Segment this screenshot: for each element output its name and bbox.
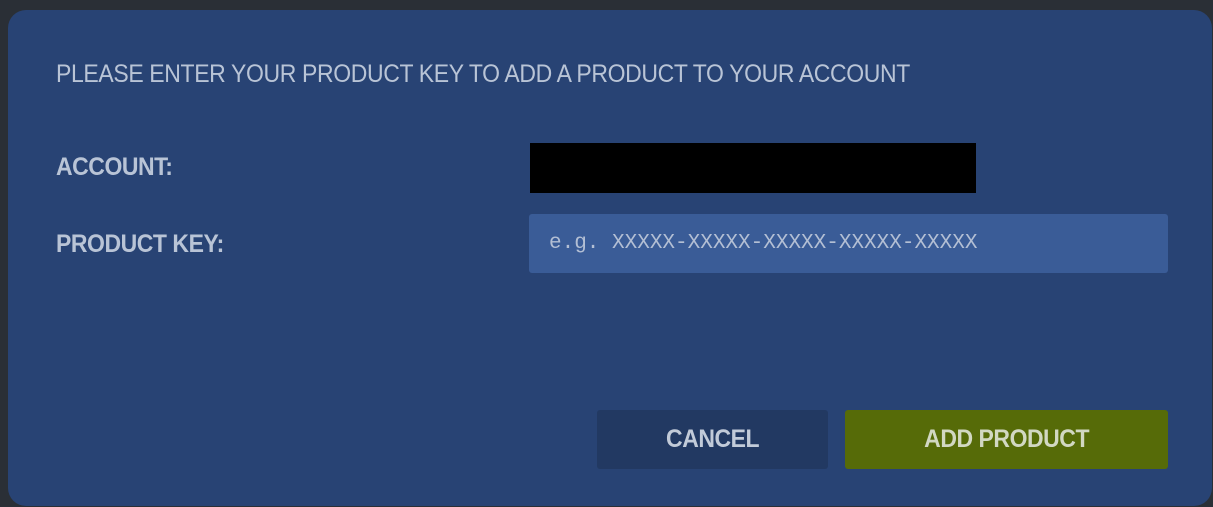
- cancel-button-label: CANCEL: [665, 425, 760, 453]
- product-key-input[interactable]: [529, 214, 1168, 273]
- account-label: ACCOUNT:: [56, 153, 173, 181]
- cancel-button[interactable]: CANCEL: [597, 410, 828, 469]
- add-product-button[interactable]: ADD PRODUCT: [845, 410, 1168, 469]
- add-product-button-label: ADD PRODUCT: [924, 425, 1089, 453]
- product-key-label: PRODUCT KEY:: [56, 230, 224, 258]
- dialog-title: PLEASE ENTER YOUR PRODUCT KEY TO ADD A P…: [56, 60, 910, 88]
- account-value-redacted: [530, 143, 976, 193]
- add-product-dialog: PLEASE ENTER YOUR PRODUCT KEY TO ADD A P…: [8, 10, 1212, 506]
